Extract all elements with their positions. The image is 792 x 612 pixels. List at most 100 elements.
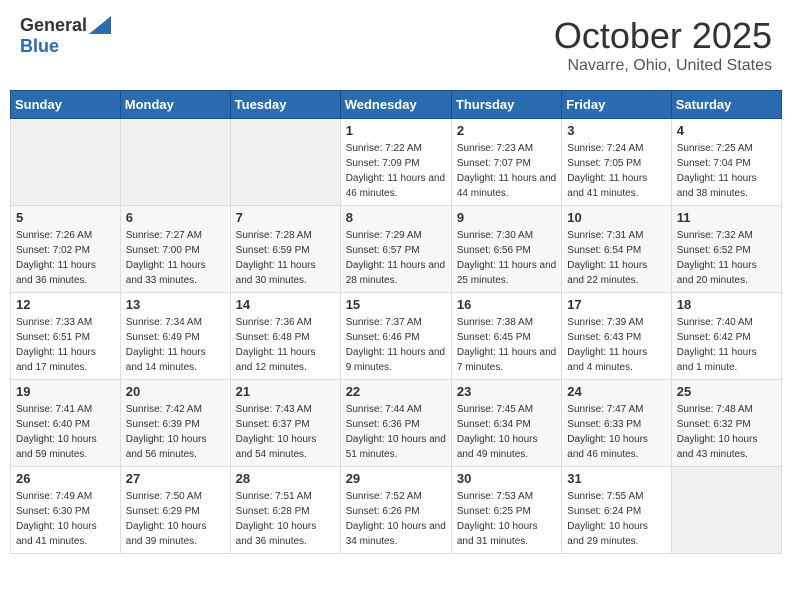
calendar-day-3: 3 Sunrise: 7:24 AMSunset: 7:05 PMDaylight… <box>562 119 671 206</box>
calendar-day-22: 22 Sunrise: 7:44 AMSunset: 6:36 PMDayligh… <box>340 380 451 467</box>
cell-info: Sunrise: 7:47 AMSunset: 6:33 PMDaylight:… <box>567 402 665 462</box>
calendar-day-4: 4 Sunrise: 7:25 AMSunset: 7:04 PMDaylight… <box>671 119 781 206</box>
col-header-sunday: Sunday <box>11 91 121 119</box>
day-number: 17 <box>567 297 665 312</box>
cell-info: Sunrise: 7:28 AMSunset: 6:59 PMDaylight:… <box>236 228 335 288</box>
day-number: 24 <box>567 384 665 399</box>
calendar-day-28: 28 Sunrise: 7:51 AMSunset: 6:28 PMDayligh… <box>230 467 340 554</box>
day-number: 22 <box>346 384 446 399</box>
col-header-tuesday: Tuesday <box>230 91 340 119</box>
calendar-day-7: 7Sunrise: 7:28 AMSunset: 6:59 PMDaylight… <box>230 206 340 293</box>
cell-info: Sunrise: 7:48 AMSunset: 6:32 PMDaylight:… <box>677 402 776 462</box>
calendar-day-1: 1 Sunrise: 7:22 AMSunset: 7:09 PMDaylight… <box>340 119 451 206</box>
cell-info: Sunrise: 7:31 AMSunset: 6:54 PMDaylight:… <box>567 228 665 288</box>
cell-info: Sunrise: 7:49 AMSunset: 6:30 PMDaylight:… <box>16 489 115 549</box>
cell-info: Sunrise: 7:50 AMSunset: 6:29 PMDaylight:… <box>126 489 225 549</box>
calendar-day-19: 19Sunrise: 7:41 AMSunset: 6:40 PMDayligh… <box>11 380 121 467</box>
day-number: 27 <box>126 471 225 486</box>
cell-info: Sunrise: 7:30 AMSunset: 6:56 PMDaylight:… <box>457 228 556 288</box>
cell-info: Sunrise: 7:34 AMSunset: 6:49 PMDaylight:… <box>126 315 225 375</box>
day-number: 6 <box>126 210 225 225</box>
day-number: 10 <box>567 210 665 225</box>
day-number: 14 <box>236 297 335 312</box>
day-number: 26 <box>16 471 115 486</box>
day-number: 30 <box>457 471 556 486</box>
day-number: 23 <box>457 384 556 399</box>
day-number: 4 <box>677 123 776 138</box>
cell-info: Sunrise: 7:39 AMSunset: 6:43 PMDaylight:… <box>567 315 665 375</box>
calendar-day-27: 27 Sunrise: 7:50 AMSunset: 6:29 PMDayligh… <box>120 467 230 554</box>
day-number: 18 <box>677 297 776 312</box>
calendar-week-row: 19Sunrise: 7:41 AMSunset: 6:40 PMDayligh… <box>11 380 782 467</box>
calendar-day-empty <box>671 467 781 554</box>
calendar-day-21: 21 Sunrise: 7:43 AMSunset: 6:37 PMDayligh… <box>230 380 340 467</box>
day-number: 5 <box>16 210 115 225</box>
cell-info: Sunrise: 7:45 AMSunset: 6:34 PMDaylight:… <box>457 402 556 462</box>
calendar-day-18: 18 Sunrise: 7:40 AMSunset: 6:42 PMDayligh… <box>671 293 781 380</box>
calendar-day-20: 20 Sunrise: 7:42 AMSunset: 6:39 PMDayligh… <box>120 380 230 467</box>
calendar-day-5: 5 Sunrise: 7:26 AMSunset: 7:02 PMDaylight… <box>11 206 121 293</box>
cell-info: Sunrise: 7:52 AMSunset: 6:26 PMDaylight:… <box>346 489 446 549</box>
cell-info: Sunrise: 7:42 AMSunset: 6:39 PMDaylight:… <box>126 402 225 462</box>
title-block: October 2025 Navarre, Ohio, United State… <box>554 15 772 75</box>
cell-info: Sunrise: 7:40 AMSunset: 6:42 PMDaylight:… <box>677 315 776 375</box>
day-number: 12 <box>16 297 115 312</box>
logo-general-text: General <box>20 15 87 36</box>
calendar-day-2: 2 Sunrise: 7:23 AMSunset: 7:07 PMDaylight… <box>451 119 561 206</box>
day-number: 2 <box>457 123 556 138</box>
calendar-day-empty <box>11 119 121 206</box>
location-subtitle: Navarre, Ohio, United States <box>554 57 772 75</box>
calendar-table: SundayMondayTuesdayWednesdayThursdayFrid… <box>10 90 782 554</box>
calendar-day-11: 11Sunrise: 7:32 AMSunset: 6:52 PMDayligh… <box>671 206 781 293</box>
calendar-day-10: 10 Sunrise: 7:31 AMSunset: 6:54 PMDayligh… <box>562 206 671 293</box>
cell-info: Sunrise: 7:43 AMSunset: 6:37 PMDaylight:… <box>236 402 335 462</box>
cell-info: Sunrise: 7:26 AMSunset: 7:02 PMDaylight:… <box>16 228 115 288</box>
cell-info: Sunrise: 7:51 AMSunset: 6:28 PMDaylight:… <box>236 489 335 549</box>
logo-blue-text: Blue <box>20 36 59 56</box>
calendar-day-16: 16Sunrise: 7:38 AMSunset: 6:45 PMDayligh… <box>451 293 561 380</box>
logo-icon <box>89 16 111 34</box>
cell-info: Sunrise: 7:41 AMSunset: 6:40 PMDaylight:… <box>16 402 115 462</box>
day-number: 9 <box>457 210 556 225</box>
day-number: 21 <box>236 384 335 399</box>
cell-info: Sunrise: 7:33 AMSunset: 6:51 PMDaylight:… <box>16 315 115 375</box>
day-number: 20 <box>126 384 225 399</box>
calendar-day-26: 26 Sunrise: 7:49 AMSunset: 6:30 PMDayligh… <box>11 467 121 554</box>
calendar-week-row: 12 Sunrise: 7:33 AMSunset: 6:51 PMDayligh… <box>11 293 782 380</box>
calendar-day-12: 12 Sunrise: 7:33 AMSunset: 6:51 PMDayligh… <box>11 293 121 380</box>
calendar-day-23: 23 Sunrise: 7:45 AMSunset: 6:34 PMDayligh… <box>451 380 561 467</box>
calendar-header-row: SundayMondayTuesdayWednesdayThursdayFrid… <box>11 91 782 119</box>
calendar-day-29: 29 Sunrise: 7:52 AMSunset: 6:26 PMDayligh… <box>340 467 451 554</box>
day-number: 3 <box>567 123 665 138</box>
calendar-day-13: 13 Sunrise: 7:34 AMSunset: 6:49 PMDayligh… <box>120 293 230 380</box>
calendar-day-6: 6 Sunrise: 7:27 AMSunset: 7:00 PMDaylight… <box>120 206 230 293</box>
calendar-day-empty <box>230 119 340 206</box>
day-number: 8 <box>346 210 446 225</box>
col-header-friday: Friday <box>562 91 671 119</box>
day-number: 28 <box>236 471 335 486</box>
calendar-day-25: 25 Sunrise: 7:48 AMSunset: 6:32 PMDayligh… <box>671 380 781 467</box>
day-number: 13 <box>126 297 225 312</box>
calendar-day-30: 30 Sunrise: 7:53 AMSunset: 6:25 PMDayligh… <box>451 467 561 554</box>
day-number: 29 <box>346 471 446 486</box>
calendar-week-row: 5 Sunrise: 7:26 AMSunset: 7:02 PMDaylight… <box>11 206 782 293</box>
cell-info: Sunrise: 7:23 AMSunset: 7:07 PMDaylight:… <box>457 141 556 201</box>
cell-info: Sunrise: 7:37 AMSunset: 6:46 PMDaylight:… <box>346 315 446 375</box>
day-number: 25 <box>677 384 776 399</box>
page-header: General Blue October 2025 Navarre, Ohio,… <box>10 10 782 80</box>
day-number: 31 <box>567 471 665 486</box>
calendar-day-empty <box>120 119 230 206</box>
cell-info: Sunrise: 7:32 AMSunset: 6:52 PMDaylight:… <box>677 228 776 288</box>
cell-info: Sunrise: 7:25 AMSunset: 7:04 PMDaylight:… <box>677 141 776 201</box>
cell-info: Sunrise: 7:53 AMSunset: 6:25 PMDaylight:… <box>457 489 556 549</box>
calendar-day-9: 9 Sunrise: 7:30 AMSunset: 6:56 PMDaylight… <box>451 206 561 293</box>
cell-info: Sunrise: 7:22 AMSunset: 7:09 PMDaylight:… <box>346 141 446 201</box>
cell-info: Sunrise: 7:27 AMSunset: 7:00 PMDaylight:… <box>126 228 225 288</box>
month-title: October 2025 <box>554 15 772 57</box>
cell-info: Sunrise: 7:24 AMSunset: 7:05 PMDaylight:… <box>567 141 665 201</box>
calendar-day-31: 31 Sunrise: 7:55 AMSunset: 6:24 PMDayligh… <box>562 467 671 554</box>
calendar-week-row: 26 Sunrise: 7:49 AMSunset: 6:30 PMDayligh… <box>11 467 782 554</box>
cell-info: Sunrise: 7:44 AMSunset: 6:36 PMDaylight:… <box>346 402 446 462</box>
day-number: 1 <box>346 123 446 138</box>
cell-info: Sunrise: 7:55 AMSunset: 6:24 PMDaylight:… <box>567 489 665 549</box>
